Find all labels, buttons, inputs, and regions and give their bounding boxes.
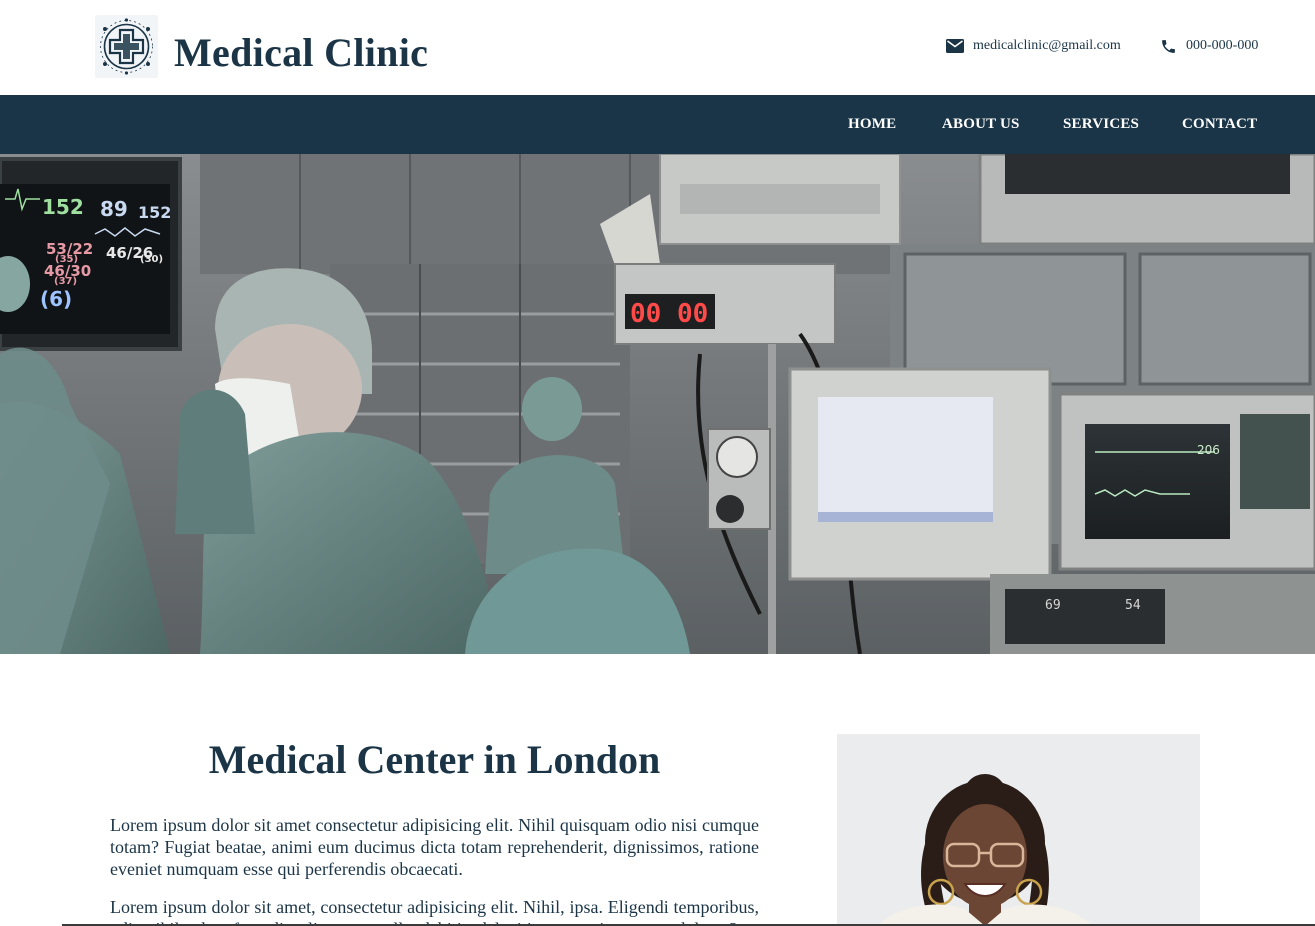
phone-icon [1162, 39, 1175, 53]
contact-phone[interactable]: 000-000-000 [1160, 36, 1258, 56]
monitor-readout: (6) [40, 287, 72, 311]
monitor-readout: 69 [1045, 598, 1061, 613]
nav-home-link[interactable]: HOME [848, 116, 896, 133]
monitor-readout: 00 [630, 299, 661, 329]
contact-email[interactable]: medicalclinic@gmail.com [946, 36, 1121, 56]
email-text: medicalclinic@gmail.com [973, 38, 1121, 53]
phone-text: 000-000-000 [1186, 38, 1259, 53]
monitor-readout: (37) [54, 276, 77, 287]
nav-about-us-link[interactable]: ABOUT US [942, 116, 1020, 133]
monitor-readout: 54 [1125, 598, 1141, 613]
monitor-readout: 152 [138, 203, 171, 222]
hero-operating-room-image: 152 89 152 53/22 (35) 46/26 (30) 46/30 (… [0, 154, 1315, 654]
monitor-readout: 206 [1197, 443, 1220, 457]
intro-paragraph: Lorem ipsum dolor sit amet consectetur a… [110, 815, 759, 879]
monitor-readout: 89 [100, 197, 128, 221]
monitor-readout: 00 [677, 299, 708, 329]
site-header: Medical Clinic medicalclinic@gmail.com 0… [0, 0, 1315, 95]
monitor-readout: 152 [42, 195, 84, 219]
medical-cross-logo-icon[interactable] [95, 15, 158, 78]
secondary-paragraph: Lorem ipsum dolor sit amet, consectetur … [110, 897, 759, 926]
main-navigation: HOME ABOUT US SERVICES CONTACT [0, 95, 1315, 154]
nav-contact-link[interactable]: CONTACT [1182, 116, 1257, 133]
nav-services-link[interactable]: SERVICES [1063, 116, 1139, 133]
monitor-readout: (30) [140, 254, 163, 265]
page-heading: Medical Center in London [208, 737, 661, 782]
envelope-icon [946, 39, 964, 53]
site-title: Medical Clinic [174, 30, 429, 75]
doctor-portrait-image [837, 734, 1200, 926]
